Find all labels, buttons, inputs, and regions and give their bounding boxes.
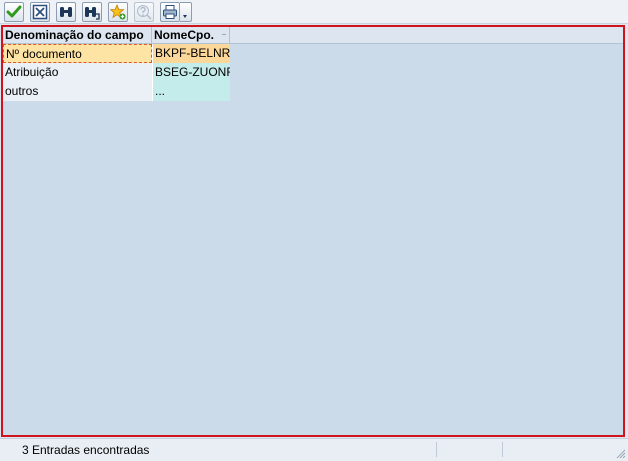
- status-divider: [436, 442, 437, 457]
- row-field-name[interactable]: ...: [152, 82, 230, 101]
- help-icon: [137, 5, 152, 20]
- row-field-description[interactable]: outros: [3, 82, 152, 101]
- help-button[interactable]: [134, 2, 154, 22]
- find-next-button[interactable]: [82, 2, 102, 22]
- binoculars-icon: [60, 7, 72, 17]
- column-resize-handle[interactable]: [222, 34, 226, 35]
- column-header-label: NomeCpo.: [154, 28, 214, 42]
- cancel-button[interactable]: [30, 2, 50, 22]
- table-header: Denominação do campo NomeCpo.: [3, 27, 623, 44]
- printer-icon: [163, 5, 177, 19]
- status-message: 3 Entradas encontradas: [22, 443, 150, 457]
- table-row[interactable]: outros ...: [3, 82, 230, 101]
- favorites-button[interactable]: [108, 2, 128, 22]
- checkmark-icon: [6, 5, 22, 18]
- table-row[interactable]: Nº documento BKPF-BELNR: [3, 44, 230, 63]
- resize-grip-icon[interactable]: [616, 449, 626, 459]
- column-header-field-name[interactable]: NomeCpo.: [152, 27, 230, 43]
- table-row[interactable]: Atribuição BSEG-ZUONR: [3, 63, 230, 82]
- column-header-field-description[interactable]: Denominação do campo: [3, 27, 152, 43]
- row-field-name[interactable]: BSEG-ZUONR: [152, 63, 230, 82]
- chevron-down-icon: [183, 15, 187, 18]
- find-button[interactable]: [56, 2, 76, 22]
- cancel-icon: [32, 4, 48, 20]
- row-field-description[interactable]: Atribuição: [3, 63, 152, 82]
- row-field-description[interactable]: Nº documento: [3, 44, 152, 63]
- status-divider: [502, 442, 503, 457]
- print-options-dropdown[interactable]: [180, 2, 192, 22]
- print-button[interactable]: [160, 2, 180, 22]
- status-bar: 3 Entradas encontradas: [0, 438, 628, 461]
- row-field-name[interactable]: BKPF-BELNR: [152, 44, 230, 63]
- favorites-star-icon: [110, 4, 126, 20]
- confirm-button[interactable]: [4, 2, 24, 22]
- selection-list-panel: Denominação do campo NomeCpo. Nº documen…: [1, 25, 625, 437]
- toolbar: [0, 0, 628, 24]
- find-next-icon: [85, 7, 100, 20]
